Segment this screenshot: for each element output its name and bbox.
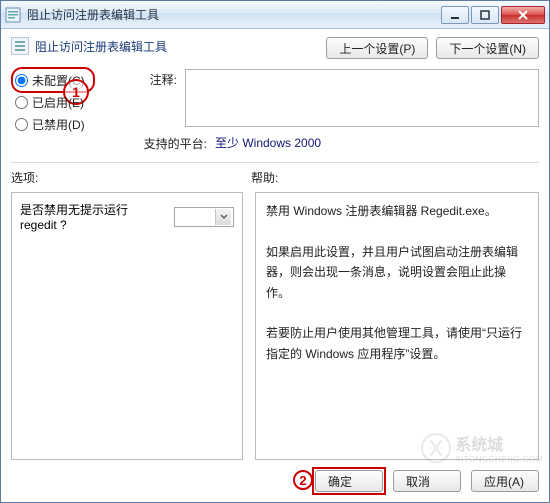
- platform-label: 支持的平台:: [121, 133, 207, 152]
- titlebar[interactable]: 阻止访问注册表编辑工具: [1, 1, 549, 29]
- radio-enabled-label: 已启用(E): [32, 94, 84, 111]
- mid-column: 注释: 支持的平台: 至少 Windows 2000: [121, 69, 539, 152]
- window: 阻止访问注册表编辑工具 阻止访问注册表编辑工具 上一个设置(P) 下一个设置(N…: [0, 0, 550, 503]
- client-area: 阻止访问注册表编辑工具 上一个设置(P) 下一个设置(N) 未配置(C) 1 已…: [1, 29, 549, 502]
- comment-input[interactable]: [185, 69, 539, 127]
- radio-not-configured-label: 未配置(C): [32, 72, 85, 89]
- window-controls: [441, 6, 545, 24]
- options-label: 选项:: [11, 169, 251, 186]
- comment-label: 注释:: [121, 69, 177, 127]
- option-text: 是否禁用无提示运行 regedit ?: [20, 201, 168, 232]
- ok-button[interactable]: 确定: [315, 470, 383, 492]
- ok-highlight: 2 确定: [315, 470, 383, 492]
- header-row: 阻止访问注册表编辑工具 上一个设置(P) 下一个设置(N): [11, 37, 539, 59]
- platform-row: 支持的平台: 至少 Windows 2000: [121, 133, 539, 152]
- option-combo[interactable]: [174, 207, 234, 227]
- options-panel: 是否禁用无提示运行 regedit ?: [11, 192, 243, 460]
- upper-section: 未配置(C) 1 已启用(E) 已禁用(D) 注释: 支持的平台: [11, 69, 539, 152]
- comment-row: 注释:: [121, 69, 539, 127]
- cancel-button[interactable]: 取消: [393, 470, 461, 492]
- radio-not-configured[interactable]: 未配置(C): [15, 69, 121, 91]
- lower-section: 是否禁用无提示运行 regedit ? 禁用 Windows 注册表编辑器 Re…: [11, 192, 539, 460]
- policy-icon: [11, 37, 29, 55]
- close-button[interactable]: [501, 6, 545, 24]
- radio-enabled-input[interactable]: [15, 96, 28, 109]
- option-row: 是否禁用无提示运行 regedit ?: [20, 201, 234, 232]
- previous-setting-button[interactable]: 上一个设置(P): [326, 37, 428, 59]
- radio-disabled-input[interactable]: [15, 118, 28, 131]
- minimize-button[interactable]: [441, 6, 469, 24]
- page-title: 阻止访问注册表编辑工具: [35, 38, 167, 55]
- help-panel[interactable]: 禁用 Windows 注册表编辑器 Regedit.exe。 如果启用此设置，并…: [255, 192, 539, 460]
- help-label: 帮助:: [251, 169, 539, 186]
- app-icon: [5, 7, 21, 23]
- footer: 2 确定 取消 应用(A): [11, 470, 539, 492]
- apply-button[interactable]: 应用(A): [471, 470, 539, 492]
- radio-disabled[interactable]: 已禁用(D): [15, 113, 121, 135]
- annotation-2: 2: [293, 470, 313, 490]
- divider: [11, 162, 539, 163]
- radio-group: 未配置(C) 1 已启用(E) 已禁用(D): [11, 69, 121, 152]
- window-title: 阻止访问注册表编辑工具: [27, 6, 441, 23]
- next-setting-button[interactable]: 下一个设置(N): [436, 37, 539, 59]
- radio-not-configured-input[interactable]: [15, 74, 28, 87]
- maximize-button[interactable]: [471, 6, 499, 24]
- radio-disabled-label: 已禁用(D): [32, 116, 85, 133]
- platform-value: 至少 Windows 2000: [215, 134, 539, 151]
- chevron-down-icon: [215, 209, 231, 225]
- radio-enabled[interactable]: 已启用(E): [15, 91, 121, 113]
- section-labels: 选项: 帮助:: [11, 169, 539, 186]
